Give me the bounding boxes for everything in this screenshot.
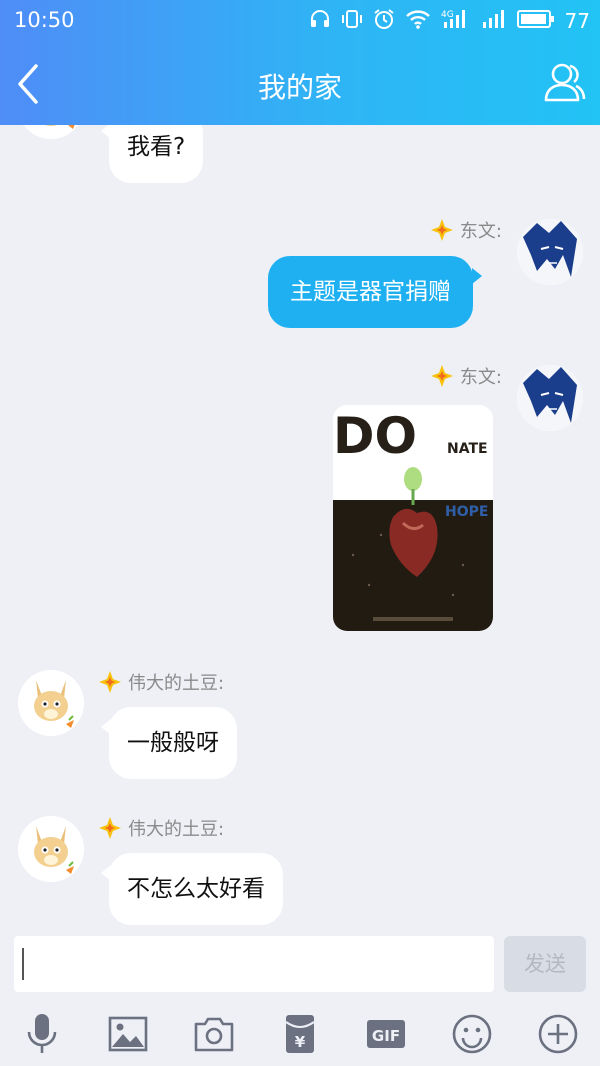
poster-nate-text: NATE	[447, 441, 488, 457]
image-icon	[108, 1016, 148, 1052]
status-bar: 10:50 4G 77	[0, 0, 600, 42]
avatar-dongwen[interactable]	[517, 365, 583, 431]
poster-hope-text: HOPE	[445, 504, 488, 520]
chat-area[interactable]: 我看? 东文: 主题是器官捐赠 东文: DO NATE HOPE 伟大的土豆: …	[0, 125, 600, 930]
status-time: 10:50	[14, 8, 75, 32]
send-button[interactable]: 发送	[504, 936, 586, 992]
sender-name: 东文:	[430, 363, 502, 389]
sender-name: 东文:	[430, 217, 502, 243]
message-bubble[interactable]: 不怎么太好看	[101, 853, 283, 925]
avatar-potato[interactable]	[18, 816, 84, 882]
emoji-button[interactable]	[450, 1012, 494, 1056]
sender-name: 伟大的土豆:	[98, 815, 224, 841]
message-bubble[interactable]: 主题是器官捐赠	[268, 256, 482, 328]
more-button[interactable]	[536, 1012, 580, 1056]
sender-name: 伟大的土豆:	[98, 669, 224, 695]
member-star-icon	[98, 816, 122, 840]
avatar-potato[interactable]	[18, 125, 84, 139]
photo-button[interactable]	[106, 1012, 150, 1056]
yen-label: ¥	[295, 1033, 306, 1051]
wifi-icon	[405, 8, 431, 34]
camera-button[interactable]	[192, 1012, 236, 1056]
red-packet-icon: ¥	[285, 1015, 315, 1053]
gif-icon: GIF	[367, 1020, 405, 1048]
red-packet-button[interactable]: ¥	[278, 1012, 322, 1056]
battery-level: 77	[564, 9, 590, 33]
camera-icon	[194, 1017, 234, 1052]
status-icons: 4G 77	[309, 8, 590, 34]
member-star-icon	[430, 364, 454, 388]
message-bubble[interactable]: 我看?	[100, 125, 204, 183]
message-text: 不怎么太好看	[127, 876, 265, 902]
message-text: 主题是器官捐赠	[290, 279, 451, 305]
input-bar: 发送	[0, 930, 600, 1000]
signal-4g-icon: 4G	[441, 8, 471, 34]
top-bar: 10:50 4G 77 我的家	[0, 0, 600, 125]
gif-label: GIF	[372, 1027, 400, 1045]
battery-icon	[516, 8, 555, 34]
member-star-icon	[430, 218, 454, 242]
network-label: 4G	[441, 10, 454, 20]
group-members-icon	[544, 63, 586, 102]
voice-button[interactable]	[20, 1012, 64, 1056]
plus-circle-icon	[538, 1014, 578, 1054]
image-message[interactable]: DO NATE HOPE	[333, 405, 493, 631]
avatar-dongwen[interactable]	[517, 219, 583, 285]
member-star-icon	[98, 670, 122, 694]
message-text: 我看?	[127, 134, 186, 160]
message-bubble[interactable]: 一般般呀	[101, 707, 237, 779]
headphones-icon	[309, 8, 331, 34]
gif-button[interactable]: GIF	[364, 1012, 408, 1056]
poster-do-text: DO	[333, 407, 417, 465]
message-input[interactable]	[14, 936, 494, 992]
page-title: 我的家	[257, 71, 342, 104]
smiley-icon	[452, 1014, 492, 1054]
microphone-icon	[27, 1014, 57, 1053]
bottom-toolbar: ¥ GIF	[0, 1000, 600, 1066]
vibrate-icon	[341, 8, 363, 34]
avatar-potato[interactable]	[18, 670, 84, 736]
alarm-icon	[373, 8, 395, 34]
text-caret	[22, 948, 24, 980]
signal-icon	[481, 8, 507, 34]
group-members-button[interactable]	[542, 60, 586, 104]
nav-bar: 我的家	[0, 42, 600, 125]
message-text: 一般般呀	[127, 730, 219, 756]
